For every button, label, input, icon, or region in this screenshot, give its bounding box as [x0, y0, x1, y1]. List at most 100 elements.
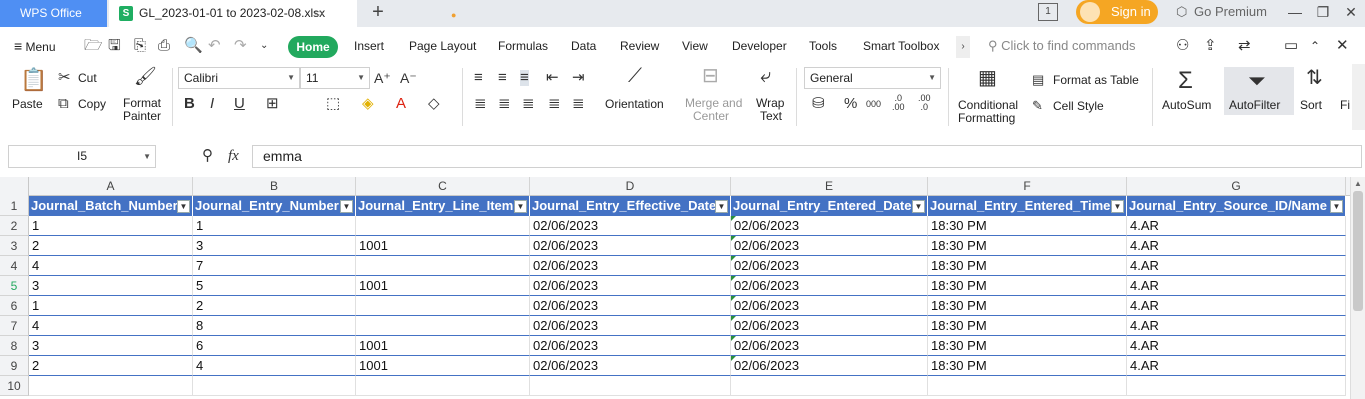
select-all-corner[interactable] — [0, 177, 29, 196]
thousands-button[interactable]: 000 — [866, 96, 881, 112]
row-header[interactable]: 5 — [0, 276, 29, 296]
table-cell[interactable]: 18:30 PM — [928, 336, 1127, 356]
table-cell[interactable]: 02/06/2023 — [530, 276, 731, 296]
sort-button[interactable]: Sort — [1300, 99, 1322, 112]
ribbon-scroll[interactable] — [1352, 64, 1365, 130]
table-header-cell[interactable]: Journal_Entry_Source_ID/Name ▼ — [1127, 196, 1346, 216]
column-header[interactable]: D — [530, 177, 731, 196]
print-preview-icon[interactable]: 🔍 — [184, 38, 203, 54]
italic-button[interactable]: I — [210, 96, 214, 112]
comment-icon[interactable]: ▭ — [1284, 38, 1298, 54]
align-center-icon[interactable]: ≣ — [498, 96, 511, 112]
row-header[interactable]: 9 — [0, 356, 29, 376]
tab-home[interactable]: Home — [288, 36, 338, 58]
minimize-icon[interactable]: — — [1283, 0, 1307, 27]
table-cell[interactable]: 8 — [193, 316, 356, 336]
go-premium-button[interactable]: ⬡ Go Premium — [1174, 0, 1267, 24]
table-cell[interactable] — [356, 316, 530, 336]
table-cell[interactable] — [193, 376, 356, 396]
merge-center-icon[interactable]: ⊟ — [702, 66, 719, 86]
tab-page-layout[interactable]: Page Layout — [409, 33, 476, 59]
filter-dropdown-icon[interactable]: ▼ — [715, 200, 728, 213]
scroll-up-icon[interactable]: ▲ — [1354, 179, 1362, 188]
layout-icon[interactable]: 1 — [1038, 3, 1058, 21]
filter-dropdown-icon[interactable]: ▼ — [177, 200, 190, 213]
table-cell[interactable]: 4.AR — [1127, 316, 1346, 336]
scroll-thumb[interactable] — [1353, 191, 1363, 311]
filter-dropdown-icon[interactable]: ▼ — [514, 200, 527, 213]
wrap-text-label-2[interactable]: Text — [760, 110, 782, 123]
table-cell[interactable]: 1 — [193, 216, 356, 236]
bold-button[interactable]: B — [184, 96, 195, 112]
format-as-table-button[interactable]: Format as Table — [1053, 74, 1139, 87]
row-header[interactable]: 4 — [0, 256, 29, 276]
font-name-select[interactable]: Calibri ▼ — [178, 67, 300, 89]
table-cell[interactable]: 02/06/2023 — [731, 256, 928, 276]
table-cell[interactable]: 1001 — [356, 356, 530, 376]
cut-icon[interactable]: ✂ — [58, 70, 71, 86]
borders-icon[interactable]: ⊞ — [266, 96, 279, 112]
row-header[interactable]: 10 — [0, 376, 29, 396]
table-cell[interactable]: 02/06/2023 — [530, 216, 731, 236]
justify-icon[interactable]: ≣ — [548, 96, 561, 112]
autosum-button[interactable]: AutoSum — [1162, 99, 1211, 112]
column-header[interactable]: F — [928, 177, 1127, 196]
decrease-decimal-icon[interactable]: .00.0 — [918, 94, 931, 112]
formula-input[interactable]: emma — [252, 145, 1362, 168]
app-tab[interactable]: WPS Office — [0, 0, 107, 27]
tab-formulas[interactable]: Formulas — [498, 33, 548, 59]
row-header[interactable]: 6 — [0, 296, 29, 316]
table-cell[interactable]: 1001 — [356, 276, 530, 296]
export-pdf-icon[interactable]: ⎘ — [134, 38, 146, 54]
cell-shading-icon[interactable]: ⬚ — [326, 96, 340, 112]
share-icon[interactable]: ⚇ — [1176, 38, 1189, 54]
row-header[interactable]: 3 — [0, 236, 29, 256]
merge-center-label-2[interactable]: Center — [693, 110, 729, 123]
tab-insert[interactable]: Insert — [354, 33, 384, 59]
column-header[interactable]: A — [29, 177, 193, 196]
row-header[interactable]: 1 — [0, 196, 29, 216]
tab-tools[interactable]: Tools — [809, 33, 837, 59]
table-cell[interactable]: 3 — [193, 236, 356, 256]
sort-icon[interactable]: ⇅ — [1306, 68, 1323, 88]
table-cell[interactable]: 18:30 PM — [928, 276, 1127, 296]
table-cell[interactable]: 4.AR — [1127, 296, 1346, 316]
table-cell[interactable]: 1001 — [356, 236, 530, 256]
table-cell[interactable]: 02/06/2023 — [530, 336, 731, 356]
table-cell[interactable]: 4.AR — [1127, 356, 1346, 376]
filter-dropdown-icon[interactable]: ▼ — [1330, 200, 1343, 213]
command-search[interactable]: ⚲ Click to find commands — [988, 33, 1136, 59]
table-cell[interactable]: 02/06/2023 — [731, 336, 928, 356]
table-cell[interactable]: 1001 — [356, 336, 530, 356]
eraser-icon[interactable]: ◇ — [428, 96, 440, 112]
table-cell[interactable]: 02/06/2023 — [731, 236, 928, 256]
print-icon[interactable]: ⎙ — [158, 38, 170, 54]
table-cell[interactable]: 18:30 PM — [928, 356, 1127, 376]
table-cell[interactable]: 02/06/2023 — [731, 296, 928, 316]
table-cell[interactable]: 4.AR — [1127, 216, 1346, 236]
close-ribbon-icon[interactable]: ✕ — [1336, 38, 1349, 54]
table-cell[interactable]: 3 — [29, 276, 193, 296]
increase-decimal-icon[interactable]: .0.00 — [892, 94, 905, 112]
table-cell[interactable]: 4 — [29, 256, 193, 276]
name-box[interactable]: I5 ▼ — [8, 145, 156, 168]
filter-dropdown-icon[interactable]: ▼ — [1111, 200, 1124, 213]
paste-icon[interactable]: 📋 — [20, 68, 47, 92]
customize-chevron-icon[interactable]: ⌄ — [260, 38, 268, 54]
table-header-cell[interactable]: Journal_Batch_Number ▼ — [29, 196, 193, 216]
sign-in-button[interactable]: Sign in — [1076, 0, 1158, 24]
percent-button[interactable]: % — [844, 96, 857, 112]
table-cell[interactable]: 18:30 PM — [928, 216, 1127, 236]
increase-font-icon[interactable]: A⁺ — [374, 70, 391, 86]
paste-button[interactable]: Paste — [12, 98, 43, 111]
column-header[interactable]: B — [193, 177, 356, 196]
table-cell[interactable]: 6 — [193, 336, 356, 356]
table-cell[interactable]: 02/06/2023 — [530, 356, 731, 376]
table-cell[interactable]: 4.AR — [1127, 236, 1346, 256]
orientation-icon[interactable]: ⟋ — [628, 66, 642, 86]
autofilter-button[interactable]: ⏷ AutoFilter — [1224, 67, 1294, 115]
table-cell[interactable] — [356, 376, 530, 396]
table-cell[interactable] — [29, 376, 193, 396]
table-cell[interactable]: 02/06/2023 — [731, 316, 928, 336]
table-header-cell[interactable]: Journal_Entry_Effective_Date ▼ — [530, 196, 731, 216]
